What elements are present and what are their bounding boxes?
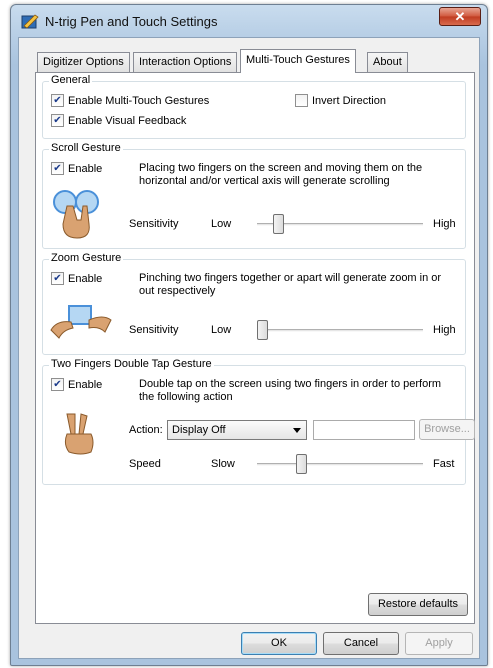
action-label: Action:	[129, 424, 163, 436]
enable-multitouch-checkbox[interactable]: ✔ Enable Multi-Touch Gestures	[51, 94, 209, 107]
scroll-enable-checkbox[interactable]: ✔ Enable	[51, 162, 102, 175]
scroll-gesture-title: Scroll Gesture	[49, 142, 123, 154]
zoom-enable-checkbox[interactable]: ✔ Enable	[51, 272, 102, 285]
visual-feedback-label: Enable Visual Feedback	[68, 114, 187, 127]
general-title: General	[49, 74, 93, 86]
tab-about[interactable]: About	[367, 52, 408, 72]
zoom-sensitivity-track[interactable]	[257, 329, 423, 332]
close-button[interactable]: ✕	[439, 7, 481, 26]
checkmark-icon: ✔	[51, 272, 64, 285]
checkmark-icon: ✔	[51, 94, 64, 107]
restore-defaults-button[interactable]: Restore defaults	[368, 593, 468, 616]
invert-direction-label: Invert Direction	[312, 94, 386, 107]
tab-interaction-options[interactable]: Interaction Options	[133, 52, 238, 72]
double-tap-description: Double tap on the screen using two finge…	[139, 378, 442, 403]
double-tap-gesture-group: Two Fingers Double Tap Gesture ✔ Enable …	[42, 358, 475, 485]
invert-direction-checkbox[interactable]: Invert Direction	[295, 94, 386, 107]
zoom-description: Pinching two fingers together or apart w…	[139, 272, 442, 297]
speed-track[interactable]	[257, 463, 423, 466]
scroll-sensitivity-slider-thumb[interactable]	[272, 214, 284, 234]
action-dropdown[interactable]: Display Off	[167, 420, 307, 440]
pen-app-icon	[21, 14, 39, 29]
dropdown-arrow-icon	[293, 428, 301, 433]
tab-multi-touch-gestures[interactable]: Multi-Touch Gestures	[240, 49, 356, 73]
settings-window: N-trig Pen and Touch Settings ✕ Digitize…	[10, 4, 488, 666]
checkmark-icon: ✔	[51, 378, 64, 391]
title-bar: N-trig Pen and Touch Settings ✕	[11, 5, 487, 37]
scroll-gesture-group: Scroll Gesture ✔ Enable Placing two fing…	[42, 142, 466, 249]
scroll-description: Placing two fingers on the screen and mo…	[139, 162, 423, 187]
general-group: General ✔ Enable Multi-Touch Gestures In…	[42, 74, 466, 139]
scroll-low-label: Low	[211, 218, 232, 230]
zoom-gesture-title: Zoom Gesture	[49, 252, 124, 264]
enable-multitouch-label: Enable Multi-Touch Gestures	[68, 94, 210, 107]
two-finger-tap-icon	[64, 413, 94, 455]
two-finger-scroll-icon	[53, 190, 99, 239]
checkmark-icon: ✔	[51, 162, 64, 175]
slow-label: Slow	[211, 458, 235, 470]
scroll-sensitivity-label: Sensitivity	[129, 218, 179, 230]
scroll-high-label: High	[433, 218, 456, 230]
visual-feedback-checkbox[interactable]: ✔ Enable Visual Feedback	[51, 114, 186, 127]
browse-button[interactable]: Browse...	[419, 419, 475, 440]
action-dropdown-value: Display Off	[172, 424, 226, 436]
speed-slider-thumb[interactable]	[295, 454, 307, 474]
double-tap-enable-label: Enable	[68, 378, 103, 391]
double-tap-enable-checkbox[interactable]: ✔ Enable	[51, 378, 102, 391]
multi-touch-panel: General ✔ Enable Multi-Touch Gestures In…	[35, 72, 475, 624]
zoom-gesture-group: Zoom Gesture ✔ Enable Pinching two finge…	[42, 252, 466, 355]
zoom-low-label: Low	[211, 324, 232, 336]
action-path-field[interactable]	[313, 420, 415, 440]
double-tap-title: Two Fingers Double Tap Gesture	[49, 358, 214, 370]
ok-button[interactable]: OK	[241, 632, 317, 655]
tab-digitizer-options[interactable]: Digitizer Options	[37, 52, 130, 72]
cancel-button[interactable]: Cancel	[323, 632, 399, 655]
speed-label: Speed	[129, 458, 161, 470]
window-title: N-trig Pen and Touch Settings	[45, 14, 218, 29]
empty-checkbox-box	[295, 94, 308, 107]
apply-button[interactable]: Apply	[405, 632, 473, 655]
scroll-enable-label: Enable	[68, 162, 103, 175]
zoom-enable-label: Enable	[68, 272, 103, 285]
checkmark-icon: ✔	[51, 114, 64, 127]
zoom-sensitivity-label: Sensitivity	[129, 324, 179, 336]
pinch-zoom-icon	[50, 305, 112, 339]
zoom-high-label: High	[433, 324, 456, 336]
dialog-client: Digitizer Options Interaction Options Mu…	[18, 37, 480, 659]
fast-label: Fast	[433, 458, 455, 470]
zoom-sensitivity-slider-thumb[interactable]	[257, 320, 268, 340]
